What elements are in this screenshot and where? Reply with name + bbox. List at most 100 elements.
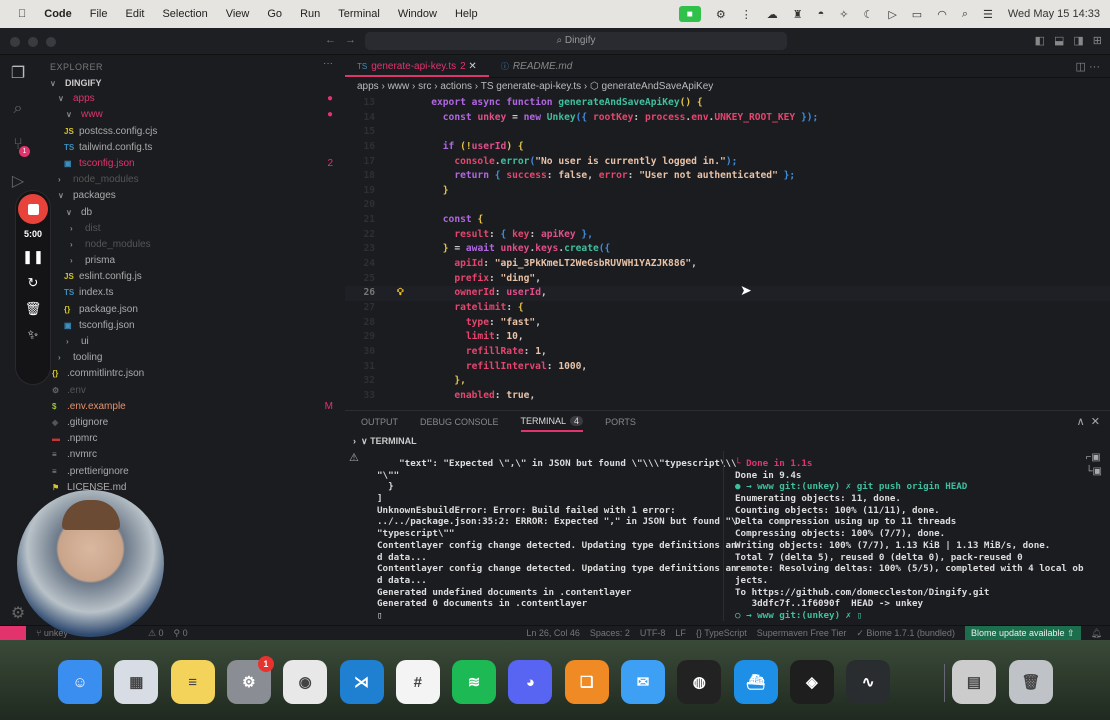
tree-item[interactable]: $ .env.example M [36,399,345,415]
system-settings-icon[interactable]: ⚙ 1 [226,656,274,704]
app-icon[interactable]: ◍ [677,660,722,704]
battery-icon[interactable]: ▭ [912,8,922,21]
tab-ports[interactable]: PORTS [605,417,636,427]
spotify-icon[interactable]: ≋ [452,660,497,704]
code-line[interactable]: 20 [345,198,1110,213]
notifications-icon[interactable]: 🔔︎ [1091,628,1102,639]
screen-recording-icon[interactable]: ■ [678,6,701,22]
back-arrow-icon[interactable]: ← [325,34,336,46]
books-icon[interactable]: ❑ [564,660,609,704]
biome-update-button[interactable]: Blome update available ⇧ [964,625,1081,640]
tree-item[interactable]: {} package.json [36,302,345,318]
tree-item[interactable]: ▣ tsconfig.json [36,318,345,334]
zoom-button[interactable] [46,37,56,47]
tree-item[interactable]: › node_modules [36,172,345,188]
customize-layout-icon[interactable]: ⊞ [1093,34,1102,47]
tree-item[interactable]: JS eslint.config.js [36,269,345,285]
tree-item[interactable]: › dist [36,221,345,237]
code-line[interactable]: 29 limit: 10, [345,330,1110,345]
code-line[interactable]: 31 refillInterval: 1000, [345,360,1110,375]
status-item[interactable]: Ln 26, Col 46 [526,628,580,639]
pause-icon[interactable]: ❚❚ [22,249,44,265]
lightbulb-icon[interactable]: 💡︎ [397,286,404,301]
problems-indicator[interactable]: ⚠ 0 [148,628,164,639]
tree-item[interactable]: ∨ packages [36,188,345,204]
tree-item[interactable]: ∨ apps ● [36,91,345,107]
search-icon[interactable]: ⌕ [962,8,968,21]
toggle-panel-icon[interactable]: ⬓ [1054,34,1064,47]
maximize-panel-icon[interactable]: ∧ [1077,416,1085,428]
chrome-icon[interactable]: ◉ [283,660,328,704]
tab-generate-api-key-ts[interactable]: TS generate-api-key.ts 2 ✕ [345,55,489,77]
brightness-icon[interactable]: ✧ [839,8,848,21]
control-center-icon[interactable]: ☰ [983,8,993,21]
warning-icon[interactable]: ⚠ [349,451,359,464]
tree-item[interactable]: ▬ .npmrc [36,431,345,447]
code-area[interactable]: 13 export async function generateAndSave… [345,96,1110,403]
more-actions-icon[interactable]: ··· [323,58,333,69]
tree-item[interactable]: ≡ .nvmrc [36,447,345,463]
tree-item[interactable]: TS index.ts [36,285,345,301]
close-panel-icon[interactable]: ✕ [1091,416,1100,428]
notes-icon[interactable]: ≡ [170,660,215,704]
tree-item[interactable]: › prisma [36,253,345,269]
close-tab-icon[interactable]: ✕ [466,61,476,72]
code-line[interactable]: 13 export async function generateAndSave… [345,96,1110,111]
terminal-list-icons[interactable]: ⌐▣ └▣ [1085,451,1102,479]
status-icon[interactable]: ♜ [793,8,803,21]
forward-arrow-icon[interactable]: → [345,34,356,46]
code-line[interactable]: 32 }, [345,374,1110,389]
command-center-search[interactable]: ⌕ Dingify [365,32,787,50]
code-line[interactable]: 17 console.error("No user is currently l… [345,155,1110,170]
menu-app[interactable]: Code [44,8,72,20]
status-item[interactable]: {} TypeScript [696,628,747,639]
terminal-right[interactable]: └ Done in 1.1s Done in 9.4s ● → www git:(u… [735,458,1083,622]
play-icon[interactable]: ▷ [888,8,896,21]
code-line[interactable]: 18 return { success: false, error: "User… [345,169,1110,184]
code-line[interactable]: 14 const unkey = new Unkey({ rootKey: pr… [345,111,1110,126]
tree-item[interactable]: › ui [36,334,345,350]
minimize-button[interactable] [28,37,38,47]
moon-icon[interactable]: ☾ [863,8,873,21]
status-item[interactable]: Supermaven Free Tier [757,628,847,639]
menu-run[interactable]: Run [300,8,320,20]
code-line[interactable]: 28 type: "fast", [345,316,1110,331]
menu-view[interactable]: View [226,8,250,20]
activity-monitor-icon[interactable]: ∿ [846,660,891,704]
tree-item[interactable]: ∨ www ● [36,107,345,123]
tree-item[interactable]: › tooling [36,350,345,366]
trash-icon[interactable]: 🗑︎ [25,301,42,317]
breadcrumb[interactable]: apps › www › src › actions › TS generate… [345,78,1110,96]
status-item[interactable]: ✓ Biome 1.7.1 (bundled) [856,628,955,639]
vscode-icon[interactable]: ⋊ [339,660,384,704]
source-control-icon[interactable]: ⑂ 1 [0,127,36,163]
tree-item[interactable]: TS tailwind.config.ts [36,140,345,156]
tab-output[interactable]: OUTPUT [361,417,398,427]
code-line[interactable]: 22 result: { key: apiKey }, [345,228,1110,243]
restart-icon[interactable]: ↻ [28,275,39,291]
split-editor-icon[interactable]: ◫ ··· [1066,55,1110,77]
status-icon[interactable]: ◓ [818,8,825,20]
toggle-sidebar-icon[interactable]: ◧ [1035,34,1045,47]
close-button[interactable] [10,37,20,47]
slack-icon[interactable]: # [395,660,440,704]
status-item[interactable]: UTF-8 [640,628,666,639]
remote-indicator[interactable] [0,625,26,640]
clock[interactable]: Wed May 15 14:33 [1008,8,1100,20]
code-line[interactable]: 21 const { [345,213,1110,228]
toggle-secondary-sidebar-icon[interactable]: ◨ [1073,34,1083,47]
tree-item[interactable]: › node_modules [36,237,345,253]
search-icon[interactable]: ⌕ [0,91,36,127]
code-line[interactable]: 23 } = await unkey.keys.create({ [345,242,1110,257]
code-line[interactable]: 33 enabled: true, [345,389,1110,404]
status-icon[interactable]: ⋮ [741,8,752,21]
finder-icon[interactable]: ☺ [58,660,102,704]
code-line[interactable]: 30 refillRate: 1, [345,345,1110,360]
downloads-icon[interactable]: ▤ [952,660,996,704]
menu-file[interactable]: File [90,8,108,20]
terminal-left[interactable]: "text": "Expected \",\" in JSON but foun… [377,458,737,622]
menu-help[interactable]: Help [455,8,478,20]
code-line[interactable]: 26 💡︎ ownerId: userId, [345,286,1110,301]
code-line[interactable]: 24 apiId: "api_3PkKmeLT2WeGsbRUVWH1YAZJK… [345,257,1110,272]
tree-item[interactable]: ∨ DINGIFY [36,75,345,91]
